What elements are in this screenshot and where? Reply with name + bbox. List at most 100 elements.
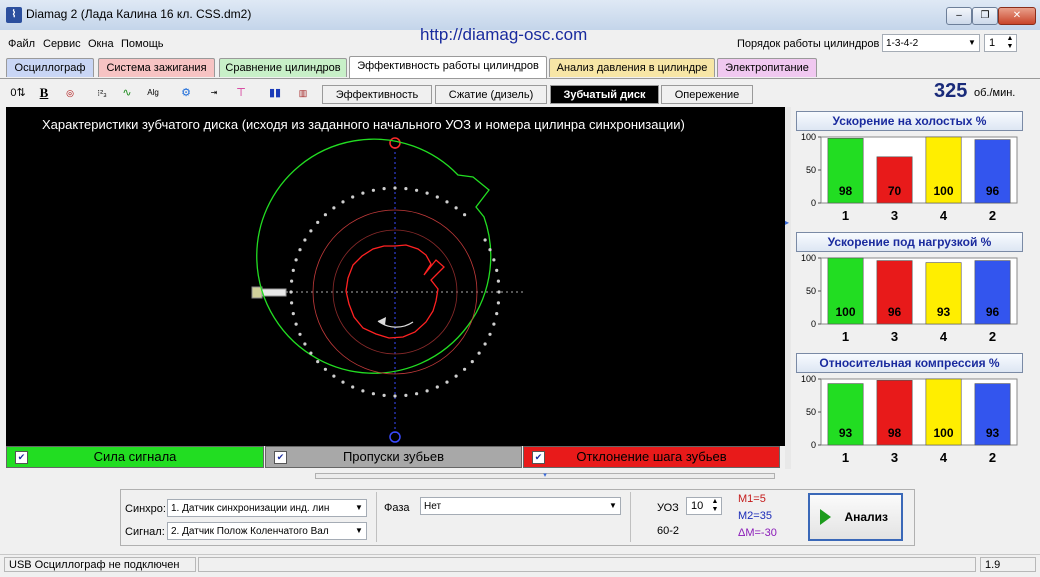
cylinder-spinner[interactable]: 1 ▲ ▼ [984,34,1017,52]
tab-divider [0,78,1040,79]
disk-tooth [483,342,487,346]
phase-value: Нет [424,501,442,512]
filter-icon[interactable]: ⊤ [231,83,251,103]
close-button[interactable]: ✕ [998,7,1036,25]
category-label: 3 [891,450,898,465]
legend-missing-teeth-label: Пропуски зубьев [342,449,445,464]
disk-tooth [496,301,500,305]
splitter-arrow-icon[interactable]: ▸ [785,218,789,227]
disk-tooth [332,374,336,378]
chevron-down-icon: ▼ [355,526,363,535]
sensor-icon[interactable]: ⚙ [176,83,196,103]
category-label: 3 [891,208,898,223]
disk-tooth [470,360,474,364]
menu-windows[interactable]: Окна [88,38,114,50]
disk-tooth [309,229,313,233]
disk-tooth [404,187,408,191]
disk-tooth [309,351,313,355]
numbering-icon[interactable]: ⁝²₃ [92,83,112,103]
legend-tooth-deviation[interactable]: ✔ Отклонение шага зубьев [523,446,780,468]
menu-file[interactable]: Файл [8,38,35,50]
firing-order-select[interactable]: 1-3-4-2 ▼ [882,34,980,52]
chevron-down-icon: ▼ [609,501,617,510]
marker-m2: M2=35 [738,510,772,522]
maximize-button[interactable]: ❐ [972,7,998,25]
scale-icon[interactable]: 0⇅ [8,83,28,103]
algorithm-icon[interactable]: Alg [143,83,163,103]
app-logo-icon: ⌇ [6,7,22,23]
checkbox-missing-teeth[interactable]: ✔ [274,451,287,464]
menu-service[interactable]: Сервис [43,38,81,50]
chevron-down-icon: ▼ [968,38,976,47]
sequence-icon[interactable]: ⇥ [204,83,224,103]
analyze-button[interactable]: Анализ [808,493,903,541]
tab-power-supply[interactable]: Электропитание [717,58,817,77]
category-label: 1 [842,450,849,465]
category-label: 1 [842,208,849,223]
tab-pressure-analysis[interactable]: Анализ давления в цилиндре [549,58,715,77]
idle-accel-chart: 0 50 100 98 1 70 3 100 4 96 2 [801,132,1018,223]
toothed-disk-chart [6,107,785,446]
disk-tooth [303,238,307,242]
disk-tooth [294,322,298,326]
menu-help[interactable]: Помощь [121,38,164,50]
disk-tooth [290,279,294,283]
connection-status: USB Осциллограф не подключен [4,557,196,572]
tab-cylinder-compare[interactable]: Сравнение цилиндров [219,58,347,77]
disk-tooth [371,188,375,192]
disk-tooth [393,394,397,398]
bar-value-label: 100 [835,305,855,319]
scale-bars-icon[interactable]: ▥ [293,83,313,103]
tab-oscilloscope[interactable]: Осциллограф [6,58,94,77]
website-url[interactable]: http://diamag-osc.com [420,25,587,45]
spinner-arrows-icon: ▲ ▼ [711,498,719,513]
legend-missing-teeth[interactable]: ✔ Пропуски зубьев [265,446,522,468]
disk-tooth [393,186,397,190]
bar-value-label: 98 [888,426,902,440]
disk-tooth [463,367,467,371]
cylinder-value: 1 [989,37,996,49]
disk-tooth [323,367,327,371]
checkbox-signal-strength[interactable]: ✔ [15,451,28,464]
disk-tooth [382,393,386,397]
bar-value-label: 100 [933,184,953,198]
disk-tooth [425,191,429,195]
uoz-label: УОЗ [657,502,679,514]
bold-icon[interactable]: B [34,83,54,103]
bar-value-label: 100 [933,426,953,440]
graph-icon[interactable]: ∿ [117,83,137,103]
tab-cylinder-efficiency[interactable]: Эффективность работы цилиндров [349,56,547,78]
category-label: 2 [989,329,996,344]
sensor-body [251,286,263,299]
subtab-toothed-disk[interactable]: Зубчатый диск [550,85,659,104]
disk-tooth [323,213,327,217]
subtab-advance[interactable]: Опережение [661,85,753,104]
category-label: 4 [940,329,948,344]
phase-select[interactable]: Нет ▼ [420,497,621,515]
uoz-spinner[interactable]: 10 ▲ ▼ [686,497,722,515]
subtab-efficiency[interactable]: Эффективность [322,85,432,104]
load-accel-chart: 0 50 100 100 1 96 3 93 4 96 2 [801,253,1018,344]
signal-select[interactable]: 2. Датчик Полож Коленчатого Вал ▼ [167,522,367,540]
sync-select[interactable]: 1. Датчик синхронизации инд. лин ▼ [167,499,367,517]
legend-signal-strength[interactable]: ✔ Сила сигнала [6,446,264,468]
signal-strength-contour [256,138,492,374]
disk-tooth [371,392,375,396]
chevron-down-icon: ▼ [355,503,363,512]
disk-tooth [351,195,355,199]
collapse-handle[interactable]: ▾ [315,472,775,479]
tab-ignition[interactable]: Система зажигания [98,58,215,77]
firing-order-label: Порядок работы цилиндров [737,38,880,50]
bar-value-label: 96 [888,305,902,319]
bar-value-label: 98 [839,184,853,198]
y-tick-label: 50 [806,407,816,417]
rpm-icon[interactable]: ◎ [60,83,80,103]
disk-tooth [289,290,293,294]
disk-tooth [303,342,307,346]
disk-tooth [404,393,408,397]
minimize-button[interactable]: – [946,7,972,25]
bars-icon[interactable]: ▮▮ [265,83,285,103]
sync-label: Синхро: [125,503,166,515]
checkbox-tooth-deviation[interactable]: ✔ [532,451,545,464]
subtab-compression[interactable]: Сжатие (дизель) [435,85,547,104]
